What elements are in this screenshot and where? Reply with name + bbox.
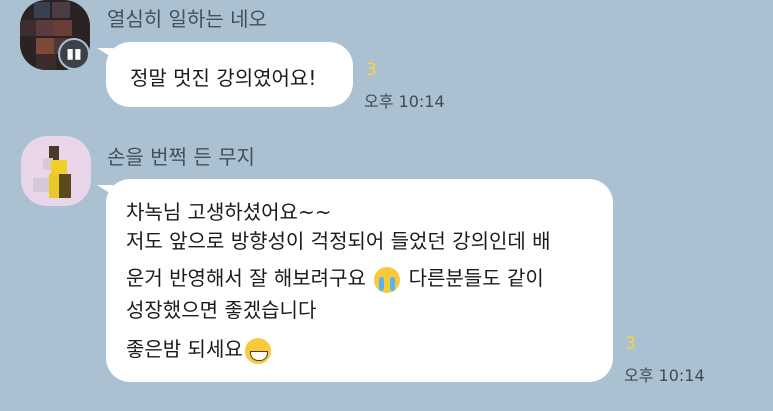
message-bubble[interactable]: 차녹님 고생하셨어요~~ 저도 앞으로 방향성이 걱정되어 들었던 강의인데 배… [106,179,613,382]
message-bubble[interactable]: 정말 멋진 강의였어요! [106,42,353,107]
grinning-face-emoji [244,337,271,364]
message-text-row: 좋은밤 되세요 [126,333,613,365]
message-time: 오후 10:14 [364,92,445,111]
message-text: 운거 반영해서 잘 해보려구요 [126,266,366,290]
loudly-crying-face-emoji [374,266,401,293]
message-text: 정말 멋진 강의였어요! [130,66,317,90]
unread-count: 3 [625,334,636,354]
sender-name: 손을 번쩍 든 무지 [107,145,255,169]
message-text: 성장했으면 좋겠습니다 [126,298,317,322]
profile-badge-icon: ▮▮ [58,38,90,70]
unread-count: 3 [366,60,377,80]
sender-avatar[interactable] [21,136,91,206]
message-time: 오후 10:14 [624,366,705,385]
message-text: 좋은밤 되세요 [126,337,243,361]
message-text: 다른분들도 같이 [408,266,544,290]
message-text: 차녹님 고생하셨어요~~ [126,200,332,224]
message-text-row: 운거 반영해서 잘 해보려구요 다른분들도 같이 [126,262,613,294]
sender-name: 열심히 일하는 네오 [107,7,267,31]
message-text: 저도 앞으로 방향성이 걱정되어 들었던 강의인데 배 [126,229,551,253]
